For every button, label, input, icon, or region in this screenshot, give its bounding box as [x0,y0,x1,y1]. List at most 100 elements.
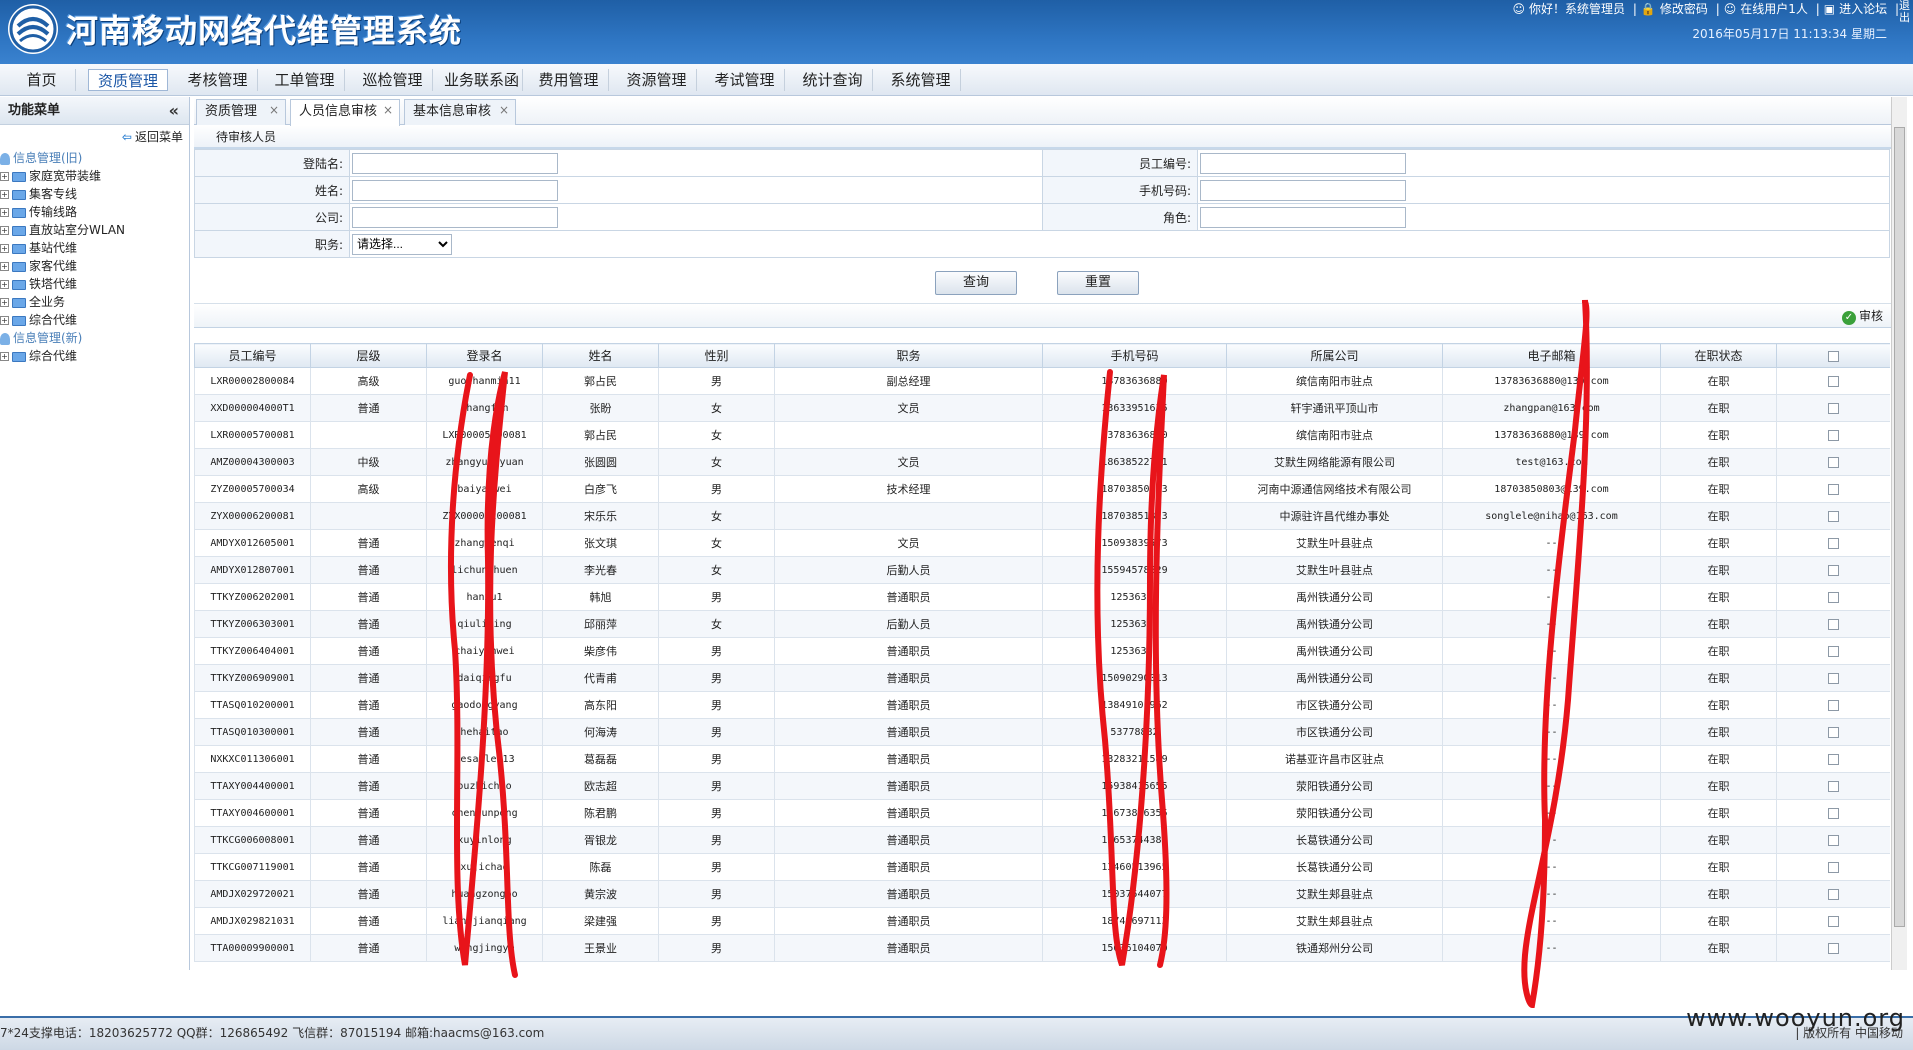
table-row[interactable]: TTKYZ006202001 普通 hanxu1 韩旭男普通职员 12536311 禹州铁… [194,583,1890,611]
column-header[interactable]: 手机号码 [1042,343,1227,368]
tab-personnel-audit[interactable]: 人员信息审核 × [290,99,400,126]
table-row[interactable]: AMDYX012605001 普通 zhangwenqi 张文琪女文员 15093839… [194,529,1890,557]
tab-qualification[interactable]: 资质管理 × [196,99,286,125]
expand-icon[interactable]: + [0,208,9,217]
table-row[interactable]: TTKYZ006404001 普通 chaiyanwei 柴彦伟男普通职员 125363… [194,637,1890,665]
tab-basic-info-audit[interactable]: 基本信息审核 × [404,99,516,125]
table-row[interactable]: TTASQ010200001 普通 gaodongyang 高东阳男普通职员 13849… [194,691,1890,719]
company-input[interactable] [352,206,558,228]
row-checkbox[interactable] [1776,664,1890,692]
row-checkbox[interactable] [1776,610,1890,638]
table-row[interactable]: TTKYZ006303001 普通 qiuliping 邱丽萍女后勤人员 1253631… [194,610,1890,638]
empno-input[interactable] [1200,152,1406,174]
name-input[interactable] [352,179,558,201]
nav-exam[interactable]: 考试管理 [705,69,785,91]
row-checkbox[interactable] [1776,367,1890,395]
nav-assessment[interactable]: 考核管理 [178,69,258,91]
table-row[interactable]: TTAXY004400001 普通 ouzhichao 欧志超男普通职员 1593841… [194,772,1890,800]
table-row[interactable]: XXD000004000T1 普通 zhangfan 张盼女文员 13633951635… [194,394,1890,422]
row-checkbox[interactable] [1776,529,1890,557]
row-checkbox[interactable] [1776,448,1890,476]
nav-expense[interactable]: 费用管理 [529,69,609,91]
table-row[interactable]: TTKCG007119001 普通 xujichao 陈磊男普通职员 134605139… [194,853,1890,881]
column-header[interactable]: 员工编号 [194,343,311,368]
row-checkbox[interactable] [1776,718,1890,746]
expand-icon[interactable]: + [0,316,9,325]
table-row[interactable]: TTAXY004600001 普通 chenjunpeng 陈君鹏男普通职员 13673… [194,799,1890,827]
close-icon[interactable]: × [383,98,393,122]
tree-root-new[interactable]: 信息管理(新) [0,329,189,347]
online-users-link[interactable]: 在线用户1人 [1740,2,1808,16]
expand-icon[interactable]: + [0,298,9,307]
table-row[interactable]: ZYZ00005700034 高级 baiyanwei 白彦飞男技术经理 1870385… [194,475,1890,503]
row-checkbox[interactable] [1776,907,1890,935]
select-all-checkbox[interactable] [1776,343,1890,368]
table-row[interactable]: TTA00009900001 普通 wangjingye 王景业男普通职员 150361… [194,934,1890,962]
expand-icon[interactable]: + [0,172,9,181]
row-checkbox[interactable] [1776,556,1890,584]
nav-work-order[interactable]: 工单管理 [265,69,345,91]
vertical-scrollbar[interactable] [1891,97,1907,970]
row-checkbox[interactable] [1776,853,1890,881]
table-row[interactable]: LXR00002800084 高级 guozhanmin11 郭占民男副总经理 1378… [194,367,1890,395]
row-checkbox[interactable] [1776,475,1890,503]
expand-icon[interactable]: + [0,226,9,235]
expand-icon[interactable]: + [0,352,9,361]
nav-statistics[interactable]: 统计查询 [793,69,873,91]
role-input[interactable] [1200,206,1406,228]
column-header[interactable]: 性别 [658,343,775,368]
table-row[interactable]: AMDJX029821031 普通 liangjianqiang 梁建强男普通职员 18… [194,907,1890,935]
column-header[interactable]: 层级 [310,343,427,368]
tree-item[interactable]: + 基站代维 [0,239,189,257]
row-checkbox[interactable] [1776,394,1890,422]
close-icon[interactable]: × [269,98,279,122]
expand-icon[interactable]: + [0,190,9,199]
collapse-icon[interactable]: « [169,97,179,125]
tree-item[interactable]: + 全业务 [0,293,189,311]
table-row[interactable]: ZYX00006200081 ZYX00006200081 宋乐乐女 18703851… [194,502,1890,530]
column-header[interactable]: 在职状态 [1660,343,1777,368]
table-row[interactable]: TTASQ010300001 普通 hehaitao 何海涛男普通职员 53778882… [194,718,1890,746]
row-checkbox[interactable] [1776,421,1890,449]
table-row[interactable]: TTKCG006008001 普通 xuyinlong 胥银龙男普通职员 1365374… [194,826,1890,854]
nav-system[interactable]: 系统管理 [881,69,961,91]
expand-icon[interactable]: + [0,280,9,289]
row-checkbox[interactable] [1776,745,1890,773]
login-input[interactable] [352,152,558,174]
change-password-link[interactable]: 修改密码 [1660,2,1708,16]
row-checkbox[interactable] [1776,502,1890,530]
row-checkbox[interactable] [1776,826,1890,854]
tree-item[interactable]: + 集客专线 [0,185,189,203]
row-checkbox[interactable] [1776,772,1890,800]
table-row[interactable]: AMZ00004300003 中级 zhangyuanyuan 张圆圆女文员 18638… [194,448,1890,476]
table-row[interactable]: NXKXC011306001 普通 gesanlei13 葛磊磊男普通职员 132832… [194,745,1890,773]
table-row[interactable]: AMDYX012807001 普通 lichunchuen 李光春女后勤人员 15594… [194,556,1890,584]
row-checkbox[interactable] [1776,583,1890,611]
column-header[interactable]: 所属公司 [1226,343,1443,368]
row-checkbox[interactable] [1776,934,1890,962]
row-checkbox[interactable] [1776,691,1890,719]
tree-item[interactable]: + 传输线路 [0,203,189,221]
expand-icon[interactable]: + [0,262,9,271]
query-button[interactable]: 查询 [935,271,1017,295]
back-menu-link[interactable]: ⇦ 返回菜单 [0,125,189,149]
table-row[interactable]: AMDJX029720021 普通 huangzongbo 黄宗波男普通职员 15037… [194,880,1890,908]
tree-item[interactable]: + 家客代维 [0,257,189,275]
row-checkbox[interactable] [1776,880,1890,908]
exit-button[interactable]: 退出 [1899,0,1911,40]
tree-item[interactable]: + 综合代维 [0,311,189,329]
nav-home[interactable]: 首页 [8,69,76,91]
tree-item[interactable]: + 直放站室分WLAN [0,221,189,239]
phone-input[interactable] [1200,179,1406,201]
scrollbar-thumb[interactable] [1894,127,1905,927]
tree-item[interactable]: + 家庭宽带装维 [0,167,189,185]
nav-business-letter[interactable]: 业务联系函 [441,69,523,91]
reset-button[interactable]: 重置 [1057,271,1139,295]
row-checkbox[interactable] [1776,637,1890,665]
column-header[interactable]: 登录名 [426,343,543,368]
row-checkbox[interactable] [1776,799,1890,827]
tree-root-old[interactable]: 信息管理(旧) [0,149,189,167]
table-row[interactable]: TTKYZ006909001 普通 daiqingfu 代青甫男普通职员 1509029… [194,664,1890,692]
tree-item[interactable]: + 综合代维 [0,347,189,365]
table-row[interactable]: LXR00005700081 LXR00005700081 郭占民女 13783636… [194,421,1890,449]
